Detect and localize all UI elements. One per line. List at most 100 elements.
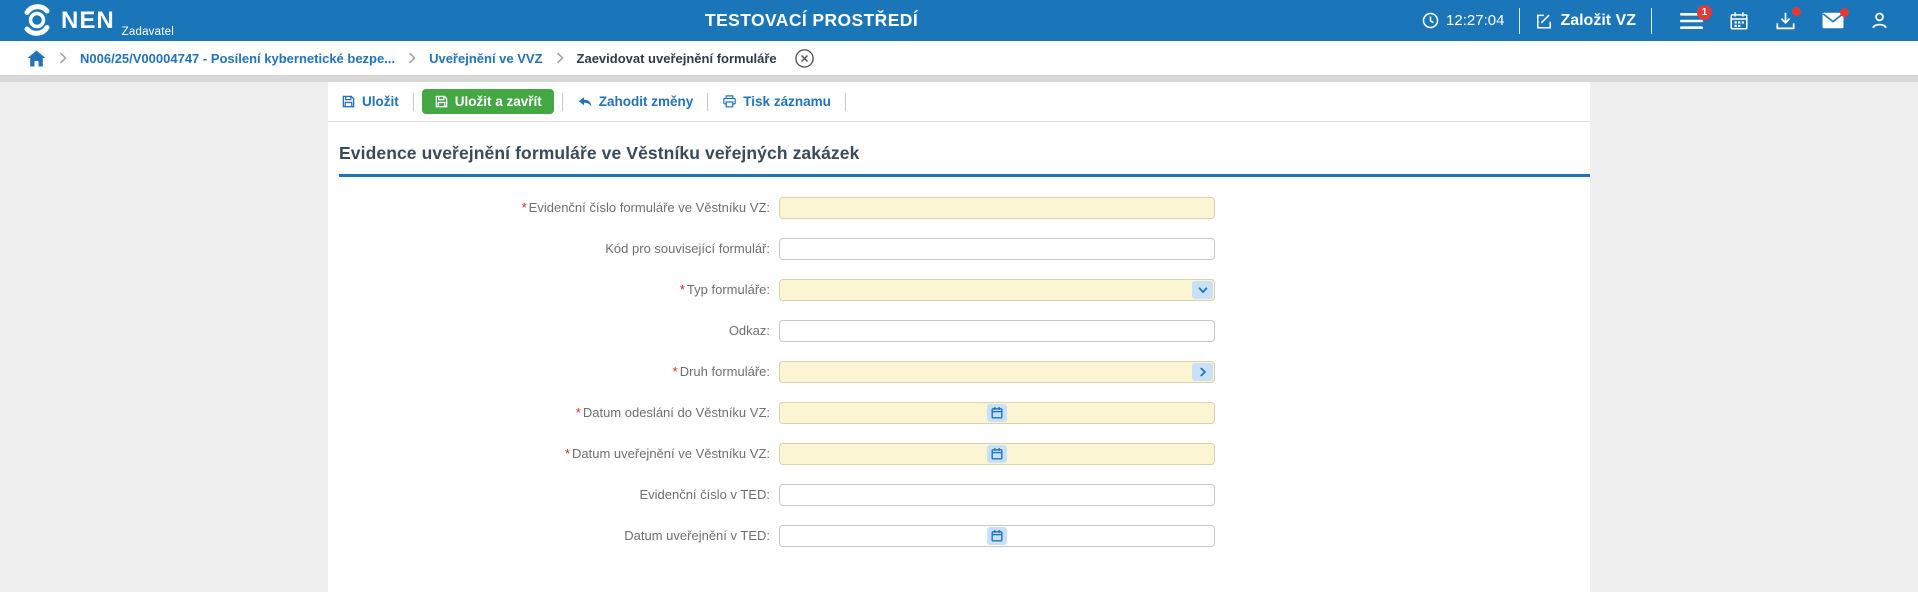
form-field-row: * Druh formuláře: <box>328 351 1590 392</box>
field-label: *Evidenční číslo v TED: <box>328 487 770 502</box>
user-profile-button[interactable] <box>1870 11 1889 30</box>
hamburger-menu-button[interactable]: 1 <box>1680 4 1712 30</box>
top-bar: NEN Zadavatel TESTOVACÍ PROSTŘEDÍ 12:27:… <box>0 0 1918 41</box>
field-input-wrap <box>779 524 1215 547</box>
save-icon <box>342 95 355 108</box>
form-field-row: *Evidenční číslo v TED: <box>328 474 1590 515</box>
date-picker-button[interactable] <box>987 526 1007 545</box>
chevron-right-icon <box>408 52 416 64</box>
required-asterisk: * <box>521 200 527 215</box>
save-and-close-button[interactable]: Uložit a zavřít <box>421 89 554 114</box>
field-input-wrap <box>779 278 1215 301</box>
content-panel: Uložit Uložit a zavřít Zahodit změny Tis… <box>328 82 1590 592</box>
form: * Evidenční číslo formuláře ve Věstníku V… <box>328 187 1590 556</box>
divider <box>412 92 414 111</box>
divider <box>707 92 709 111</box>
field-input[interactable] <box>779 278 1215 301</box>
page-title: Evidence uveřejnění formuláře ve Věstník… <box>339 143 1590 177</box>
field-input[interactable] <box>779 483 1215 506</box>
session-clock: 12:27:04 <box>1422 12 1504 29</box>
calendar-icon <box>991 529 1003 542</box>
form-field-row: * Typ formuláře: <box>328 269 1590 310</box>
field-label-text: Datum odeslání do Věstníku VZ: <box>582 405 770 420</box>
clock-time: 12:27:04 <box>1446 12 1505 29</box>
save-icon <box>435 95 448 108</box>
calendar-icon <box>991 406 1003 419</box>
breadcrumb-item-vvz[interactable]: Uveřejnění ve VVZ <box>429 51 542 66</box>
field-input-wrap <box>779 237 1215 260</box>
calendar-button[interactable] <box>1729 11 1749 31</box>
form-field-row: *Odkaz: <box>328 310 1590 351</box>
field-label: *Datum uveřejnění v TED: <box>328 528 770 543</box>
breadcrumb-item-current: Zaevidovat uveřejnění formuláře <box>576 50 777 66</box>
save-label: Uložit <box>362 94 399 109</box>
chevron-right-icon <box>1199 367 1206 376</box>
field-label-text: Kód pro související formulář: <box>605 241 770 256</box>
save-and-close-label: Uložit a zavřít <box>454 94 542 109</box>
discard-changes-button[interactable]: Zahodit změny <box>571 90 700 113</box>
field-input-wrap <box>779 483 1215 506</box>
field-label-text: Odkaz: <box>728 323 770 338</box>
downloads-button[interactable] <box>1775 6 1801 31</box>
field-input[interactable] <box>779 237 1215 260</box>
create-vz-button[interactable]: Založit VZ <box>1535 12 1636 30</box>
undo-icon <box>578 96 591 107</box>
app-logo[interactable]: NEN Zadavatel <box>20 3 174 39</box>
divider <box>844 92 846 111</box>
clock-icon <box>1422 12 1439 29</box>
notification-dot <box>1792 6 1801 16</box>
calendar-icon <box>991 447 1003 460</box>
nen-logo-icon <box>24 3 50 36</box>
divider <box>1519 7 1521 34</box>
close-icon <box>794 48 814 68</box>
chevron-right-icon <box>59 52 67 64</box>
environment-label: TESTOVACÍ PROSTŘEDÍ <box>705 10 919 30</box>
field-label: * Druh formuláře: <box>328 364 770 379</box>
select-dropdown-button[interactable] <box>1192 280 1213 299</box>
required-asterisk: * <box>564 446 571 461</box>
breadcrumb-item-procurement[interactable]: N006/25/V00004747 - Posílení kybernetick… <box>80 51 395 66</box>
field-label: * Datum odeslání do Věstníku VZ: <box>328 405 770 420</box>
home-button[interactable] <box>27 50 46 67</box>
field-input[interactable] <box>779 196 1215 219</box>
date-picker-button[interactable] <box>987 403 1007 422</box>
brand-subtitle: Zadavatel <box>121 25 174 38</box>
date-picker-button[interactable] <box>987 444 1007 463</box>
menu-badge: 1 <box>1697 4 1712 20</box>
form-field-row: * Datum uveřejnění ve Věstníku VZ: <box>328 433 1590 474</box>
form-field-row: *Datum uveřejnění v TED: <box>328 515 1590 556</box>
field-input[interactable] <box>779 360 1215 383</box>
field-input-wrap <box>779 360 1215 383</box>
user-icon <box>1872 12 1887 29</box>
save-button[interactable]: Uložit <box>335 90 405 113</box>
field-label-text: Evidenční číslo v TED: <box>639 487 770 502</box>
print-record-label: Tisk záznamu <box>743 94 831 109</box>
field-label-text: Datum uveřejnění ve Věstníku VZ: <box>572 446 770 461</box>
picker-open-button[interactable] <box>1192 362 1213 381</box>
breadcrumb: N006/25/V00004747 - Posílení kybernetick… <box>0 41 1918 76</box>
divider <box>561 92 563 111</box>
record-toolbar: Uložit Uložit a zavřít Zahodit změny Tis… <box>328 82 1590 122</box>
field-input-wrap <box>779 442 1215 465</box>
divider <box>1651 7 1652 34</box>
compose-icon <box>1537 13 1552 29</box>
required-asterisk: * <box>672 364 678 379</box>
home-icon <box>27 50 46 66</box>
field-input-wrap <box>779 319 1215 342</box>
brand-name: NEN <box>61 6 115 34</box>
field-input[interactable] <box>779 319 1215 342</box>
form-field-row: * Evidenční číslo formuláře ve Věstníku V… <box>328 187 1590 228</box>
print-record-button[interactable]: Tisk záznamu <box>716 90 837 113</box>
field-label-text: Typ formuláře: <box>686 282 770 297</box>
messages-button[interactable] <box>1822 8 1849 29</box>
notification-dot <box>1840 8 1849 17</box>
required-asterisk: * <box>575 405 581 420</box>
field-label-text: Datum uveřejnění v TED: <box>624 528 770 543</box>
printer-icon <box>723 95 737 108</box>
form-field-row: * Datum odeslání do Věstníku VZ: <box>328 392 1590 433</box>
field-input-wrap <box>779 196 1215 219</box>
page-background: Uložit Uložit a zavřít Zahodit změny Tis… <box>0 82 1918 592</box>
close-tab-button[interactable] <box>794 48 814 68</box>
calendar-icon <box>1730 11 1748 30</box>
field-label: * Datum uveřejnění ve Věstníku VZ: <box>328 446 770 461</box>
